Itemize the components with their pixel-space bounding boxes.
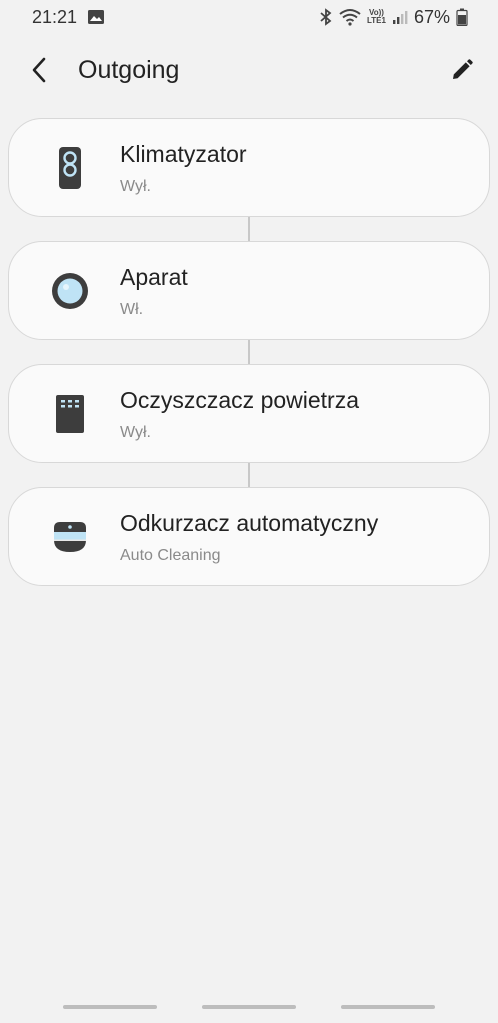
back-button[interactable]: [22, 54, 58, 90]
nav-home-handle[interactable]: [202, 1005, 296, 1009]
device-card-oczyszczacz-powietrza[interactable]: Oczyszczacz powietrza Wył.: [8, 364, 490, 463]
status-left: 21:21: [32, 7, 105, 28]
wifi-icon: [339, 8, 361, 26]
device-name: Odkurzacz automatyczny: [120, 510, 379, 536]
device-list: Klimatyzator Wył. Aparat Wł. Oczyszczacz…: [8, 118, 490, 586]
volte-icon: Vo)) LTE1: [367, 9, 386, 25]
device-status: Wył.: [120, 424, 151, 441]
battery-percent: 67%: [413, 6, 450, 27]
battery-icon: [456, 8, 468, 26]
air-purifier-icon: [49, 393, 91, 435]
connector-line: [248, 463, 250, 487]
app-header: Outgoing: [0, 46, 498, 98]
edit-button[interactable]: [444, 54, 480, 90]
camera-icon: [49, 270, 91, 312]
volte-label-bottom: LTE1: [367, 16, 386, 25]
device-status: Wył.: [120, 178, 151, 195]
device-name: Oczyszczacz powietrza: [120, 387, 360, 413]
signal-icon: [392, 9, 408, 25]
nav-back-handle[interactable]: [341, 1005, 435, 1009]
air-conditioner-icon: [49, 147, 91, 189]
status-right: Vo)) LTE1 67%: [319, 7, 468, 28]
pencil-icon: [450, 58, 474, 87]
connector-line: [248, 217, 250, 241]
bluetooth-icon: [319, 8, 333, 26]
device-card-aparat[interactable]: Aparat Wł.: [8, 241, 490, 340]
device-card-odkurzacz-automatyczny[interactable]: Odkurzacz automatyczny Auto Cleaning: [8, 487, 490, 586]
device-status: Wł.: [120, 301, 144, 318]
gallery-icon: [87, 9, 105, 25]
page-title: Outgoing: [78, 56, 180, 84]
device-name: Klimatyzator: [120, 141, 247, 167]
back-arrow-icon: [30, 56, 50, 89]
nav-recents-handle[interactable]: [63, 1005, 157, 1009]
device-status: Auto Cleaning: [120, 547, 221, 564]
navigation-bar: [0, 995, 498, 1023]
device-name: Aparat: [120, 264, 188, 290]
device-card-klimatyzator[interactable]: Klimatyzator Wył.: [8, 118, 490, 217]
connector-line: [248, 340, 250, 364]
status-bar: 21:21 Vo)) LTE1 67%: [0, 0, 498, 34]
status-time: 21:21: [32, 6, 78, 27]
robot-vacuum-icon: [49, 516, 91, 558]
